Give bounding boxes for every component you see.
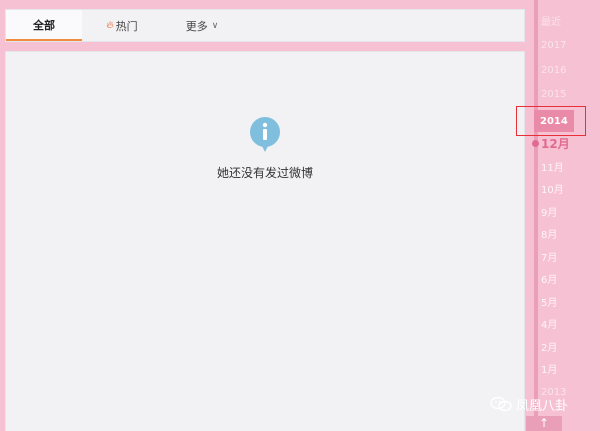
tab-hot-label: 热门 (115, 19, 138, 33)
chevron-down-icon: ∨ (211, 20, 219, 31)
wechat-icon (490, 396, 512, 412)
highlight-box (516, 106, 586, 136)
empty-state: 她还没有发过微博 (6, 116, 524, 181)
timeline-item-sep[interactable]: 9月 (540, 201, 590, 221)
tab-all-label: 全部 (33, 18, 55, 32)
timeline-item-nov[interactable]: 11月 (540, 156, 590, 176)
watermark-text: 凤凰八卦 (516, 398, 569, 414)
timeline-item-2017[interactable]: 2017 (540, 35, 590, 55)
timeline-item-apr[interactable]: 4月 (540, 313, 590, 333)
tab-hot[interactable]: 🔥︎ 热门 (82, 10, 162, 41)
empty-message: 她还没有发过微博 (216, 166, 313, 180)
feed-panel: 她还没有发过微博 (5, 51, 525, 431)
timeline-item-2015[interactable]: 2015 (540, 84, 590, 104)
tab-all[interactable]: 全部 (6, 10, 82, 41)
timeline-nav: 最近 2017 2016 2015 2014 12月 11月 10月 9月 8月… (532, 0, 600, 431)
timeline-item-2016[interactable]: 2016 (540, 60, 590, 80)
timeline-item-recent[interactable]: 最近 (540, 10, 590, 30)
feed-tab-bar: 全部 🔥︎ 热门 更多 ∨ (5, 9, 525, 42)
tab-more[interactable]: 更多 ∨ (162, 10, 242, 41)
timeline-marker-dot (532, 140, 539, 147)
weibo-profile-page: 全部 🔥︎ 热门 更多 ∨ 她还没有发过微博 最近 2017 2016 2015 (0, 0, 600, 431)
timeline-item-jul[interactable]: 7月 (540, 246, 590, 266)
tab-more-label: 更多 (185, 19, 208, 33)
timeline-item-aug[interactable]: 8月 (540, 223, 590, 243)
flame-icon: 🔥︎ (106, 20, 114, 31)
arrow-up-icon: ↑ (538, 416, 550, 430)
info-icon (250, 117, 280, 152)
timeline-item-feb[interactable]: 2月 (540, 336, 590, 356)
timeline-item-oct[interactable]: 10月 (540, 178, 590, 198)
timeline-track (534, 0, 538, 431)
timeline-item-dec[interactable]: 12月 (540, 133, 590, 153)
timeline-item-jan[interactable]: 1月 (540, 358, 590, 378)
back-to-top-button[interactable]: ↑ (526, 416, 562, 431)
timeline-item-jun[interactable]: 6月 (540, 268, 590, 288)
timeline-item-may[interactable]: 5月 (540, 291, 590, 311)
watermark: 凤凰八卦 (490, 394, 568, 414)
